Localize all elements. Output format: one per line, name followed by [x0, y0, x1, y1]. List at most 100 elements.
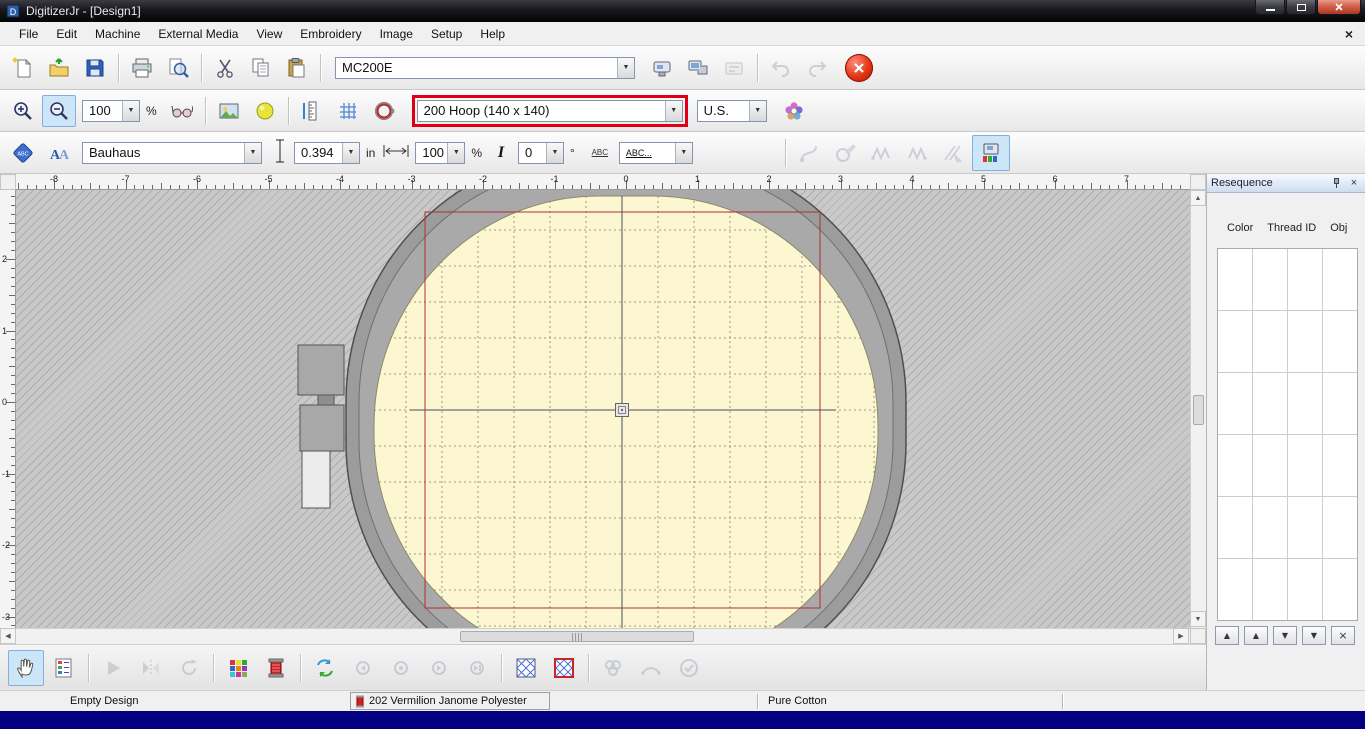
maximize-button[interactable]: [1286, 0, 1316, 15]
rotate-button[interactable]: [171, 650, 207, 686]
zoom-in-button[interactable]: [6, 95, 40, 127]
print-button[interactable]: [125, 52, 159, 84]
menu-item-machine[interactable]: Machine: [86, 23, 149, 45]
chevron-down-icon[interactable]: ▼: [447, 142, 465, 163]
menu-item-help[interactable]: Help: [471, 23, 514, 45]
measure-ruler-button[interactable]: [295, 95, 329, 127]
letter-angle-combo[interactable]: 0 ▼: [518, 141, 565, 164]
thread-chart-button[interactable]: [258, 650, 294, 686]
show-quilt-block-button[interactable]: [546, 650, 582, 686]
object-details-button[interactable]: [46, 650, 82, 686]
machine-connection-button[interactable]: [681, 52, 715, 84]
travel-previous-button[interactable]: [383, 650, 419, 686]
undo-button[interactable]: [764, 52, 798, 84]
chevron-down-icon[interactable]: ▼: [674, 142, 692, 163]
group-button[interactable]: [595, 650, 631, 686]
closest-join-button[interactable]: [792, 137, 826, 169]
cut-button[interactable]: [208, 52, 242, 84]
vertical-scroll-thumb[interactable]: [1193, 395, 1204, 425]
mdi-close-icon[interactable]: ×: [1345, 27, 1353, 41]
scroll-left-icon[interactable]: ◀: [0, 628, 16, 644]
lettering-button[interactable]: AA: [42, 137, 76, 169]
move-down-button[interactable]: ▼: [1273, 626, 1297, 645]
show-fabric-button[interactable]: [508, 650, 544, 686]
travel-to-end-button[interactable]: [459, 650, 495, 686]
resequence-toggle-button[interactable]: [972, 134, 1010, 171]
touch-up-image-button[interactable]: [248, 95, 282, 127]
chevron-down-icon[interactable]: ▼: [748, 100, 766, 121]
scroll-up-icon[interactable]: ▲: [1190, 190, 1206, 206]
monogram-button[interactable]: ABC: [6, 137, 40, 169]
stitch-player-button[interactable]: [95, 650, 131, 686]
print-preview-button[interactable]: [161, 52, 195, 84]
menu-item-image[interactable]: Image: [371, 23, 422, 45]
paste-button[interactable]: [280, 52, 314, 84]
travel-to-start-button[interactable]: [345, 650, 381, 686]
open-design-button[interactable]: [42, 52, 76, 84]
units-select-combo[interactable]: U.S. ▼: [696, 99, 767, 122]
chevron-down-icon[interactable]: ▼: [122, 100, 139, 121]
menu-item-edit[interactable]: Edit: [47, 23, 86, 45]
close-button[interactable]: [1317, 0, 1361, 15]
hoop-toggle-button[interactable]: [367, 95, 401, 127]
write-to-machine-button[interactable]: [645, 52, 679, 84]
pan-tool-button[interactable]: [8, 649, 44, 686]
mirror-button[interactable]: [133, 650, 169, 686]
horizontal-scrollbar[interactable]: ◀ ▶: [0, 628, 1190, 644]
minimize-button[interactable]: [1255, 0, 1285, 15]
close-design-button[interactable]: [840, 50, 878, 86]
insert-image-button[interactable]: [212, 95, 246, 127]
chevron-down-icon[interactable]: ▼: [342, 142, 359, 163]
edit-outline-button[interactable]: [828, 137, 862, 169]
letter-width-combo[interactable]: 100 ▼: [415, 141, 466, 164]
chevron-down-icon[interactable]: ▼: [617, 57, 634, 78]
design-canvas[interactable]: [16, 190, 1190, 628]
horizontal-scroll-thumb[interactable]: [460, 631, 694, 642]
thread-colors-button[interactable]: [777, 95, 811, 127]
design-colors-button[interactable]: [220, 650, 256, 686]
h-ruler-tick: [304, 183, 306, 189]
baseline-select-combo[interactable]: ABC... ▼: [618, 141, 693, 164]
chevron-down-icon[interactable]: ▼: [546, 142, 564, 163]
move-up-button[interactable]: ▲: [1244, 626, 1268, 645]
travel-next-button[interactable]: [421, 650, 457, 686]
font-select-combo[interactable]: Bauhaus ▼: [82, 141, 262, 164]
menu-item-external-media[interactable]: External Media: [149, 23, 247, 45]
menu-item-view[interactable]: View: [247, 23, 291, 45]
tie-off-button[interactable]: [900, 137, 934, 169]
apply-check-button[interactable]: [671, 650, 707, 686]
new-design-button[interactable]: [6, 52, 40, 84]
scroll-right-icon[interactable]: ▶: [1173, 628, 1189, 644]
hoop-select-combo[interactable]: 200 Hoop (140 x 140) ▼: [411, 94, 688, 127]
show-design-glasses-button[interactable]: [165, 95, 199, 127]
design-transfer-button[interactable]: [717, 52, 751, 84]
move-to-bottom-button[interactable]: ▼: [1302, 626, 1326, 645]
zoom-out-button[interactable]: [42, 94, 76, 127]
resequence-table[interactable]: [1217, 248, 1358, 621]
vertical-scrollbar[interactable]: ▲ ▼: [1190, 190, 1206, 628]
copy-button[interactable]: [244, 52, 278, 84]
move-to-top-button[interactable]: ▲: [1215, 626, 1239, 645]
redo-button[interactable]: [800, 52, 834, 84]
menu-item-embroidery[interactable]: Embroidery: [291, 23, 370, 45]
menu-item-setup[interactable]: Setup: [422, 23, 471, 45]
letter-height-combo[interactable]: 0.394 ▼: [294, 141, 360, 164]
pin-icon[interactable]: [1329, 177, 1343, 190]
delete-object-button[interactable]: ×: [1331, 626, 1355, 645]
grid-toggle-button[interactable]: [331, 95, 365, 127]
save-design-button[interactable]: [78, 52, 112, 84]
zoom-level-combo[interactable]: 100 ▼: [82, 99, 140, 122]
menu-item-file[interactable]: File: [10, 23, 47, 45]
stitch-angle-button[interactable]: [936, 137, 970, 169]
h-ruler-label: 7: [1123, 174, 1130, 184]
panel-close-icon[interactable]: ×: [1347, 177, 1361, 190]
h-ruler-label: 4: [909, 174, 915, 184]
chevron-down-icon[interactable]: ▼: [664, 100, 682, 121]
chevron-down-icon[interactable]: ▼: [244, 142, 261, 163]
arc-tool-button[interactable]: [633, 650, 669, 686]
italic-button[interactable]: I: [490, 137, 512, 169]
tie-in-button[interactable]: [864, 137, 898, 169]
color-cycle-button[interactable]: [307, 650, 343, 686]
machine-select-combo[interactable]: MC200E ▼: [335, 56, 635, 79]
scroll-down-icon[interactable]: ▼: [1190, 611, 1206, 627]
